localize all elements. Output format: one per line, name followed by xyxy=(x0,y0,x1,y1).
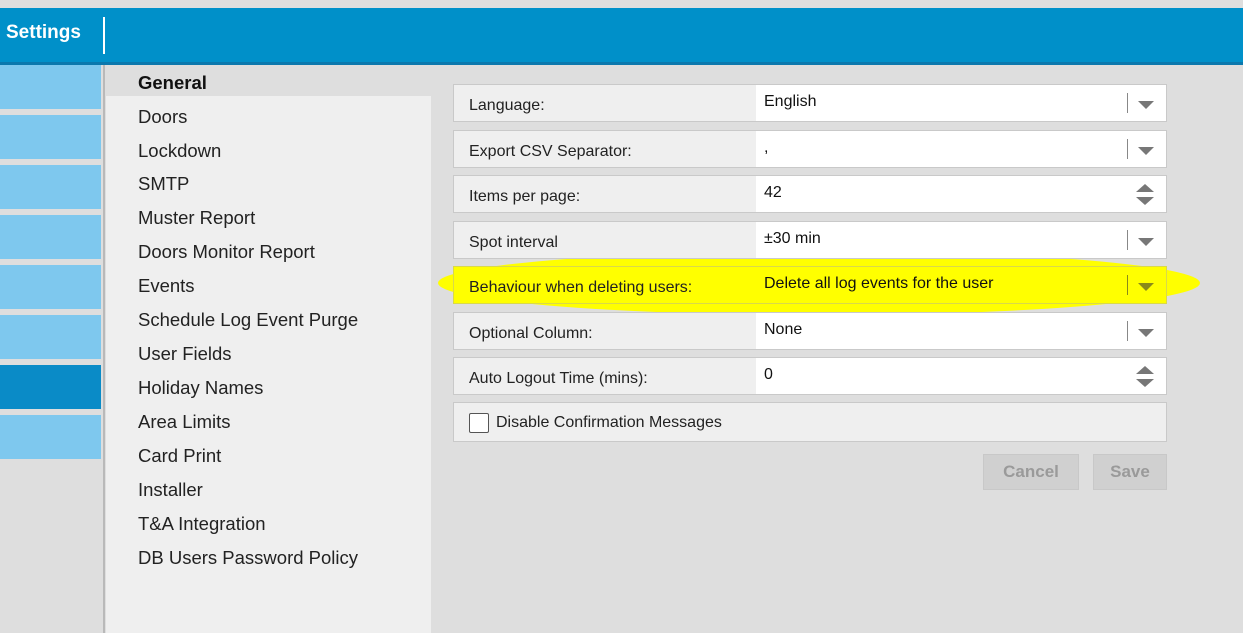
cancel-button[interactable]: Cancel xyxy=(983,454,1079,490)
nav-tile-4[interactable] xyxy=(0,215,101,259)
select-divider xyxy=(1127,139,1128,159)
submenu-item-area-limits[interactable]: Area Limits xyxy=(138,411,231,433)
submenu-item-ta-integration[interactable]: T&A Integration xyxy=(138,513,266,535)
spin-down-icon[interactable] xyxy=(1136,197,1154,205)
items-per-page-value: 42 xyxy=(764,184,782,201)
top-header-bar: Settings xyxy=(0,8,1243,65)
submenu-item-smtp[interactable]: SMTP xyxy=(138,173,189,195)
language-label: Language: xyxy=(469,97,545,114)
submenu-item-lockdown[interactable]: Lockdown xyxy=(138,140,221,162)
save-button[interactable]: Save xyxy=(1093,454,1167,490)
submenu-item-doors-monitor-report[interactable]: Doors Monitor Report xyxy=(138,241,315,263)
spin-up-icon[interactable] xyxy=(1136,184,1154,192)
setting-row-language: Language: English xyxy=(453,84,1167,122)
submenu-item-card-print[interactable]: Card Print xyxy=(138,445,221,467)
nav-tile-2[interactable] xyxy=(0,115,101,159)
nav-tile-6[interactable] xyxy=(0,315,101,359)
nav-tile-5[interactable] xyxy=(0,265,101,309)
delete-behaviour-label: Behaviour when deleting users: xyxy=(469,279,693,296)
optional-column-value: None xyxy=(764,321,803,338)
submenu-item-events[interactable]: Events xyxy=(138,275,195,297)
select-divider xyxy=(1127,93,1128,113)
header-divider xyxy=(103,17,105,54)
setting-row-optional-column: Optional Column: None xyxy=(453,312,1167,350)
setting-row-delete-behaviour: Behaviour when deleting users: Delete al… xyxy=(453,266,1167,304)
delete-behaviour-value: Delete all log events for the user xyxy=(764,275,994,292)
auto-logout-label: Auto Logout Time (mins): xyxy=(469,370,648,387)
nav-divider xyxy=(103,65,105,633)
spot-interval-select[interactable]: ±30 min xyxy=(756,222,1166,258)
setting-row-items-per-page: Items per page: 42 xyxy=(453,175,1167,213)
disable-confirmation-label[interactable]: Disable Confirmation Messages xyxy=(496,414,722,432)
items-per-page-label: Items per page: xyxy=(469,188,581,205)
submenu-item-muster-report[interactable]: Muster Report xyxy=(138,207,255,229)
select-divider xyxy=(1127,321,1128,341)
spot-interval-value: ±30 min xyxy=(764,230,821,247)
delete-behaviour-select[interactable]: Delete all log events for the user xyxy=(756,267,1166,303)
page-title: Settings xyxy=(6,22,81,43)
submenu-item-doors[interactable]: Doors xyxy=(138,106,187,128)
auto-logout-value: 0 xyxy=(764,366,773,383)
language-value: English xyxy=(764,93,817,110)
setting-row-spot-interval: Spot interval ±30 min xyxy=(453,221,1167,259)
chevron-down-icon[interactable] xyxy=(1138,101,1154,109)
setting-row-csv-separator: Export CSV Separator: , xyxy=(453,130,1167,168)
nav-tile-8[interactable] xyxy=(0,415,101,459)
language-select[interactable]: English xyxy=(756,85,1166,121)
spin-down-icon[interactable] xyxy=(1136,379,1154,387)
select-divider xyxy=(1127,230,1128,250)
csv-separator-label: Export CSV Separator: xyxy=(469,143,632,160)
disable-confirmation-checkbox[interactable] xyxy=(469,413,489,433)
submenu-item-holiday-names[interactable]: Holiday Names xyxy=(138,377,263,399)
chevron-down-icon[interactable] xyxy=(1138,329,1154,337)
chevron-down-icon[interactable] xyxy=(1138,238,1154,246)
submenu-item-general[interactable]: General xyxy=(138,72,207,94)
select-divider xyxy=(1127,275,1128,295)
submenu-item-user-fields[interactable]: User Fields xyxy=(138,343,232,365)
setting-row-auto-logout: Auto Logout Time (mins): 0 xyxy=(453,357,1167,395)
optional-column-select[interactable]: None xyxy=(756,313,1166,349)
nav-tile-settings[interactable] xyxy=(0,365,101,409)
setting-row-disable-confirmation: Disable Confirmation Messages xyxy=(453,402,1167,442)
csv-separator-select[interactable]: , xyxy=(756,131,1166,167)
submenu-item-db-users-password-policy[interactable]: DB Users Password Policy xyxy=(138,547,358,569)
optional-column-label: Optional Column: xyxy=(469,325,593,342)
chevron-down-icon[interactable] xyxy=(1138,147,1154,155)
spot-interval-label: Spot interval xyxy=(469,234,558,251)
auto-logout-stepper[interactable]: 0 xyxy=(756,358,1166,394)
items-per-page-stepper[interactable]: 42 xyxy=(756,176,1166,212)
submenu-item-schedule-log-event-purge[interactable]: Schedule Log Event Purge xyxy=(138,309,358,331)
chevron-down-icon[interactable] xyxy=(1138,283,1154,291)
spin-up-icon[interactable] xyxy=(1136,366,1154,374)
csv-separator-value: , xyxy=(764,139,769,156)
submenu-item-installer[interactable]: Installer xyxy=(138,479,203,501)
nav-tile-3[interactable] xyxy=(0,165,101,209)
nav-tile-1[interactable] xyxy=(0,65,101,109)
left-nav-rail xyxy=(0,65,103,633)
